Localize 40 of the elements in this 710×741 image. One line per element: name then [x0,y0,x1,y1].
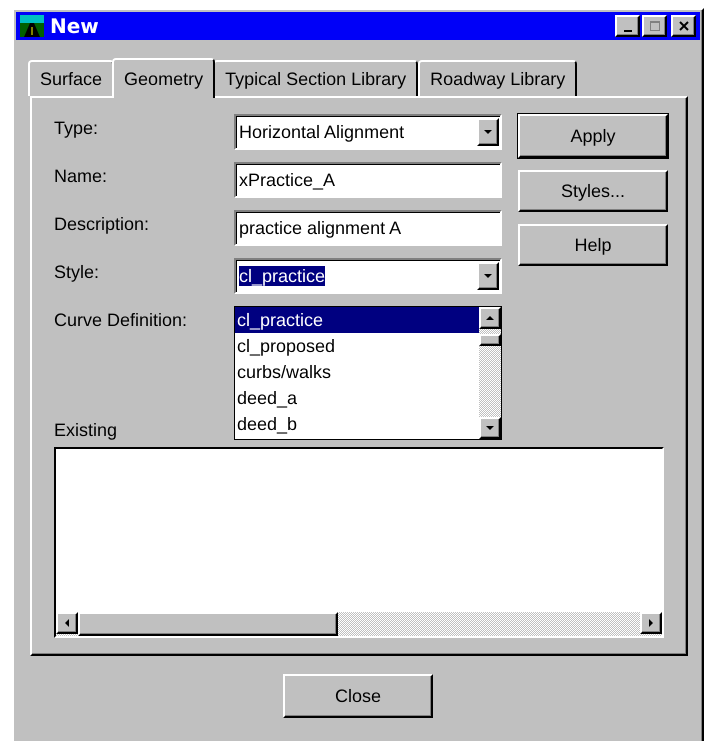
dialog-button[interactable]: Apply [518,114,668,158]
horizontal-scrollbar[interactable] [56,612,662,636]
field-label: Style: [54,261,100,283]
caret-icon [484,130,492,134]
window-title: New [50,14,99,38]
text-field[interactable]: practice alignment A [234,210,502,246]
right-arrow-icon [649,619,653,627]
road-icon [20,15,44,37]
list-item[interactable]: cl_practice [235,307,479,333]
scroll-thumb[interactable] [479,334,501,346]
tab[interactable]: Typical Section Library [213,60,418,96]
maximize-icon [650,21,660,31]
close-dialog-button[interactable]: Close [283,674,433,718]
field-label: Type: [54,117,98,139]
dropdown-field[interactable]: cl_practice [234,258,502,294]
dropdown-arrow-button[interactable] [477,118,499,146]
close-button[interactable] [671,15,696,37]
caret-icon [484,274,492,278]
close-icon [678,21,688,31]
field-label: Existing [54,420,118,441]
vertical-scrollbar[interactable] [479,307,501,439]
dropdown-arrow-button[interactable] [477,262,499,290]
left-arrow-icon [65,619,69,627]
list-box[interactable] [54,447,664,638]
tab[interactable]: Roadway Library [418,60,578,96]
tab[interactable]: Surface [28,60,114,96]
dropdown-field[interactable]: Horizontal Alignment [234,114,502,150]
up-arrow-icon [486,316,494,320]
minimize-button[interactable] [615,15,640,37]
dialog-button[interactable]: Help [518,224,668,266]
field-label: Description: [54,213,150,235]
down-arrow-icon [486,426,494,430]
dialog-button[interactable]: Styles... [518,170,668,212]
maximize-button[interactable] [642,15,667,37]
tab[interactable]: Geometry [112,58,216,98]
field-label: Curve Definition: [54,309,188,331]
field-label: Name: [54,165,108,187]
minimize-icon [624,30,632,32]
scroll-thumb[interactable] [78,612,338,636]
text-field[interactable]: xPractice_A [234,162,502,198]
